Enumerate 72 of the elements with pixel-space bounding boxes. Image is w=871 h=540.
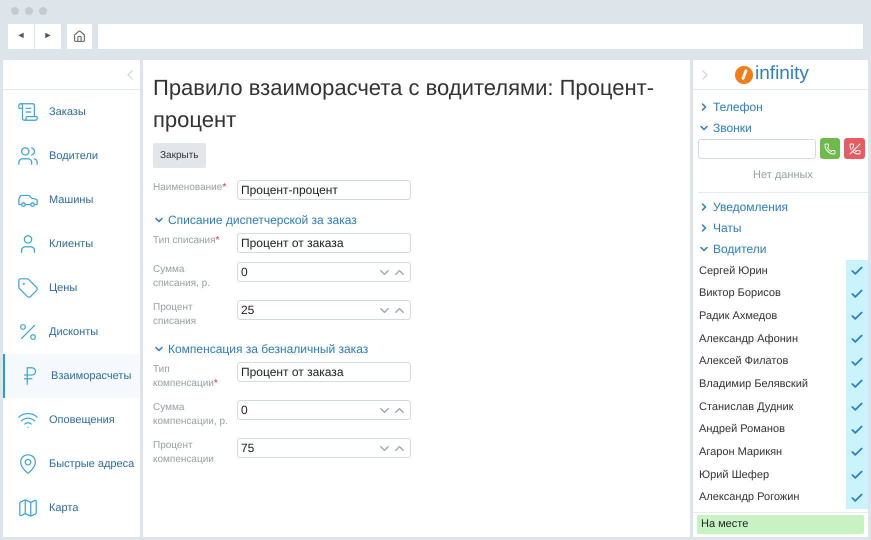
section-header[interactable]: Звонки — [698, 117, 752, 138]
empty-message: Нет данных — [698, 159, 868, 192]
sidebar-item[interactable]: Водители — [3, 134, 140, 178]
sidebar-item[interactable]: Быстрые адреса — [3, 442, 140, 486]
field-label: Процент списания — [153, 301, 198, 329]
section-header[interactable]: Списание диспетчерской за заказ — [153, 209, 357, 230]
number-field[interactable]: 0 — [237, 262, 411, 282]
call-button[interactable] — [820, 138, 840, 159]
logo-text: infinity — [755, 62, 809, 86]
driver-checkbox[interactable] — [846, 260, 868, 282]
section-header[interactable]: Компенсация за безналичный заказ — [153, 338, 368, 359]
check-icon — [850, 490, 864, 505]
number-field[interactable]: 75 — [237, 438, 411, 458]
back-button[interactable]: ◄ — [8, 24, 34, 48]
field-label: Сумма компенсации, р. — [153, 401, 229, 429]
driver-name[interactable]: Агарон Марикян — [699, 444, 846, 461]
status-field[interactable]: На месте — [697, 515, 864, 534]
phone-number-field[interactable] — [698, 138, 816, 158]
check-icon — [850, 264, 864, 278]
close-button[interactable]: Закрыть — [153, 143, 206, 168]
section-header[interactable]: Телефон — [698, 96, 763, 117]
driver-name[interactable]: Сергей Юрин — [699, 262, 846, 280]
driver-name[interactable]: Радик Ахмедов — [699, 308, 846, 324]
number-field[interactable]: 25 — [237, 300, 411, 320]
driver-name[interactable]: Александр Афонин — [699, 330, 846, 348]
map-icon — [17, 497, 39, 519]
hang-up-icon — [848, 142, 861, 154]
check-icon — [850, 400, 864, 414]
sidebar-item[interactable]: Цены — [3, 266, 140, 310]
hang-up-button[interactable] — [844, 138, 865, 159]
section-header[interactable]: Чаты — [698, 218, 742, 238]
driver-name[interactable]: Андрей Романов — [699, 421, 846, 438]
home-icon — [73, 30, 86, 42]
number-field[interactable]: 0 — [237, 400, 411, 420]
sidebar-item[interactable]: Оповещения — [3, 398, 140, 442]
driver-name[interactable]: Александр Рогожин — [699, 489, 846, 506]
field-label: Процент компенсации — [153, 439, 215, 467]
driver-name[interactable]: Алексей Филатов — [699, 353, 846, 370]
home-button[interactable] — [67, 24, 92, 48]
driver-name[interactable]: Станислав Дудник — [699, 398, 846, 416]
driver-name[interactable]: Владимир Белявский — [699, 376, 846, 393]
input-field[interactable]: Процент от заказа — [237, 362, 411, 382]
section-header[interactable]: Водители — [698, 238, 766, 260]
check-icon — [850, 286, 864, 301]
field-label: Тип списания* — [153, 234, 220, 248]
forward-button[interactable]: ► — [35, 24, 61, 48]
location-pin-icon — [17, 453, 39, 475]
section-header[interactable]: Уведомления — [698, 196, 788, 218]
field-label: Наименование* — [153, 181, 228, 195]
input-field[interactable]: Процент от заказа — [237, 233, 411, 253]
document-icon — [17, 101, 39, 123]
logo-icon — [735, 66, 753, 84]
check-icon — [850, 422, 864, 437]
field-label: Тип компенсации* — [153, 363, 219, 391]
sidebar-item[interactable]: Клиенты — [3, 222, 140, 266]
driver-checkbox[interactable] — [846, 486, 868, 510]
sidebar-item[interactable]: Заказы — [3, 90, 140, 134]
people-icon — [17, 145, 39, 167]
sidebar-item[interactable]: Взаиморасчеты — [3, 354, 140, 398]
sidebar-item[interactable]: Машины — [3, 178, 140, 222]
phone-icon — [824, 142, 836, 154]
sidebar-item[interactable]: Карта — [3, 486, 140, 530]
tag-icon — [17, 277, 39, 299]
field-label: Сумма списания, р. — [153, 263, 211, 291]
driver-name[interactable]: Виктор Борисов — [699, 285, 846, 302]
check-icon — [850, 332, 864, 346]
sidebar-item[interactable]: Дисконты — [3, 310, 140, 354]
percent-icon — [17, 321, 39, 343]
check-icon — [850, 354, 864, 369]
page-title: Правило взаиморасчета с водителями: Процент-процент — [153, 74, 656, 134]
driver-name[interactable]: Юрий Шефер — [699, 466, 846, 484]
input-field[interactable]: Процент-процент — [237, 180, 411, 200]
